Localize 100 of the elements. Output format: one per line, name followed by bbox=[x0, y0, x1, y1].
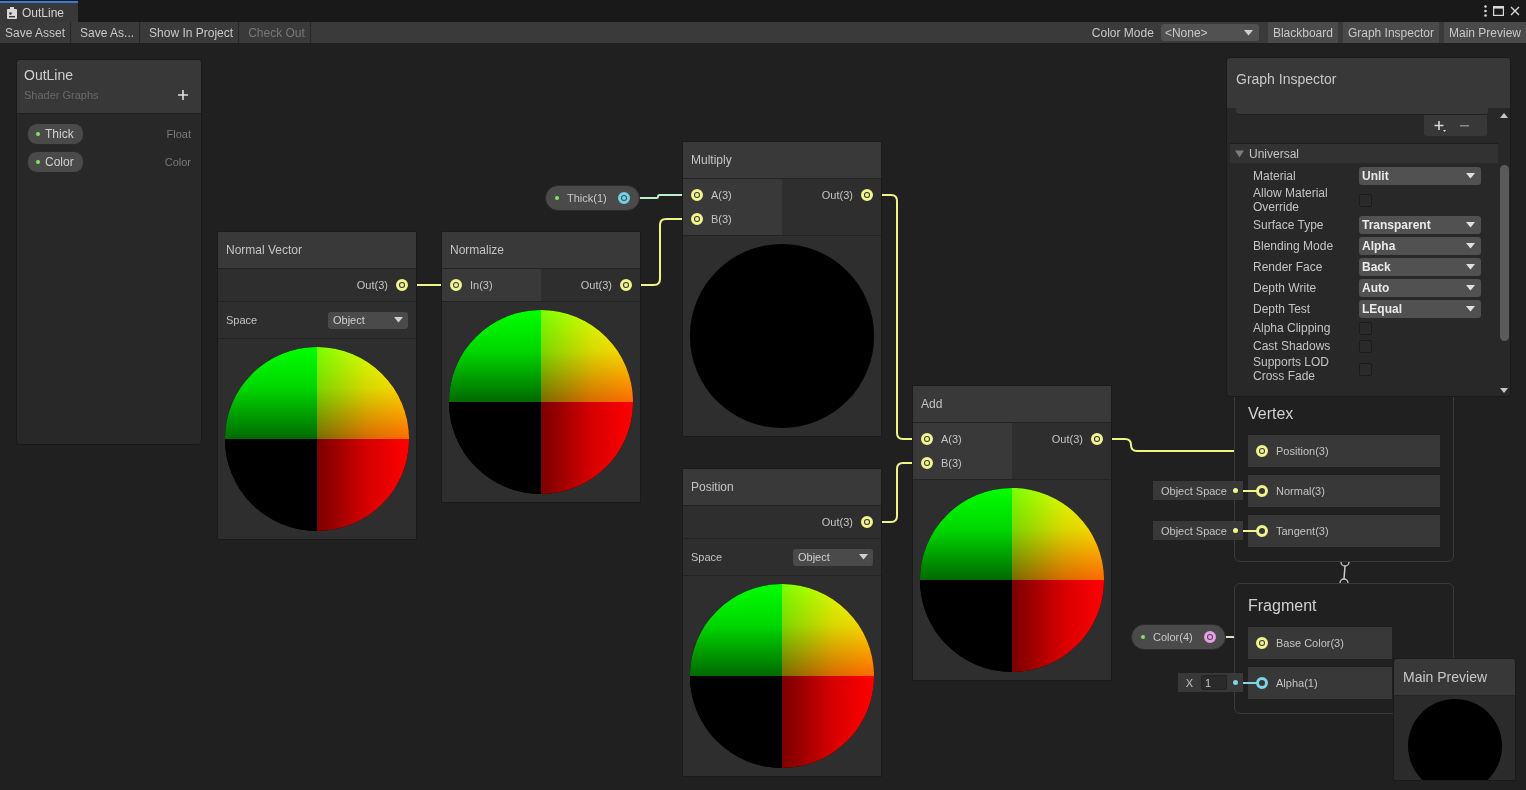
panel-title: Main Preview bbox=[1394, 659, 1515, 696]
axis-label: X bbox=[1185, 676, 1193, 689]
remove-icon[interactable] bbox=[1460, 124, 1469, 127]
setting-dropdown[interactable]: Back bbox=[1359, 257, 1481, 276]
wire bbox=[1243, 530, 1257, 532]
color-mode-label: Color Mode bbox=[1091, 25, 1154, 40]
setting-dropdown[interactable]: LEqual bbox=[1359, 299, 1481, 318]
close-icon[interactable] bbox=[1510, 6, 1520, 16]
scroll-up-icon[interactable] bbox=[1500, 113, 1508, 118]
port-icon[interactable] bbox=[1091, 433, 1103, 445]
blackboard-title: OutLine bbox=[24, 67, 75, 83]
context-title: Vertex bbox=[1248, 403, 1295, 424]
port-icon[interactable] bbox=[921, 433, 933, 445]
node-title: Position bbox=[683, 469, 881, 506]
setting-dropdown[interactable]: Transparent bbox=[1359, 215, 1481, 234]
space-dropdown[interactable]: Object bbox=[793, 548, 873, 566]
port-label: Out(3) bbox=[1051, 433, 1083, 445]
wire bbox=[1243, 682, 1257, 684]
property-pill[interactable]: Thick bbox=[27, 123, 84, 145]
field-label: Alpha Clipping bbox=[1253, 321, 1332, 335]
field-label: Blending Mode bbox=[1253, 238, 1335, 253]
shader-file-icon bbox=[7, 6, 17, 19]
field-label: Allow Material Override bbox=[1253, 186, 1329, 214]
number-field[interactable]: 1 bbox=[1201, 675, 1227, 690]
caret-icon bbox=[1243, 29, 1253, 36]
caret-icon bbox=[394, 317, 403, 323]
panel-toggle[interactable]: Blackboard bbox=[1267, 22, 1338, 43]
port-label: Out(3) bbox=[821, 189, 853, 201]
property-node[interactable]: Thick(1) bbox=[545, 185, 640, 211]
block-slot[interactable]: Base Color(3) bbox=[1248, 627, 1392, 659]
node-title: Normalize bbox=[442, 232, 640, 269]
panel-toggle[interactable]: Graph Inspector bbox=[1342, 22, 1439, 43]
panel-title: Graph Inspector bbox=[1227, 58, 1510, 108]
port-label: Out(3) bbox=[821, 516, 853, 528]
space-label: Object Space bbox=[1160, 484, 1227, 497]
port-label: In(3) bbox=[470, 279, 493, 291]
setting-dropdown[interactable]: Auto bbox=[1359, 278, 1481, 297]
property-node[interactable]: Color(4) bbox=[1131, 624, 1226, 650]
port-icon[interactable] bbox=[691, 213, 703, 225]
caret-icon bbox=[1466, 284, 1475, 291]
scroll-down-icon[interactable] bbox=[1500, 388, 1508, 393]
window-tab[interactable]: OutLine bbox=[0, 1, 79, 22]
setting-dropdown[interactable]: Unlit bbox=[1359, 166, 1481, 185]
add-icon[interactable] bbox=[178, 90, 188, 100]
field-label: Depth Write bbox=[1253, 280, 1318, 295]
node-title: Multiply bbox=[683, 142, 881, 179]
node-title: Add bbox=[913, 386, 1111, 423]
context-title: Fragment bbox=[1248, 595, 1318, 616]
space-label: Object Space bbox=[1160, 524, 1227, 537]
block-slot[interactable]: Normal(3) bbox=[1248, 475, 1440, 507]
control-label: Space bbox=[691, 551, 723, 563]
section-header[interactable]: Universal bbox=[1230, 143, 1498, 163]
port-label: Out(3) bbox=[356, 279, 388, 291]
field-label: Cast Shadows bbox=[1253, 339, 1332, 353]
caret-icon bbox=[1466, 172, 1475, 179]
port-label: B(3) bbox=[941, 457, 962, 469]
port-icon[interactable] bbox=[620, 279, 632, 291]
color-mode-dropdown[interactable]: <None> bbox=[1160, 24, 1259, 41]
port-icon[interactable] bbox=[1256, 485, 1268, 497]
field-label: Supports LOD Cross Fade bbox=[1253, 355, 1331, 383]
panel-toggle[interactable]: Main Preview bbox=[1443, 22, 1526, 43]
expand-arrow-icon[interactable] bbox=[1235, 149, 1244, 158]
port-icon[interactable] bbox=[1256, 677, 1268, 689]
port-icon[interactable] bbox=[861, 516, 873, 528]
port-icon[interactable] bbox=[1256, 637, 1268, 649]
control-label: Space bbox=[226, 314, 258, 326]
port-label: Out(3) bbox=[580, 279, 612, 291]
field-label: Depth Test bbox=[1253, 301, 1312, 316]
port-icon[interactable] bbox=[1256, 445, 1268, 457]
caret-icon bbox=[1466, 242, 1475, 249]
port-icon[interactable] bbox=[1256, 525, 1268, 537]
space-dropdown[interactable]: Object bbox=[328, 311, 408, 329]
port-icon[interactable] bbox=[861, 189, 873, 201]
port-icon[interactable] bbox=[618, 192, 630, 204]
property-pill[interactable]: Color bbox=[27, 151, 84, 173]
caret-icon bbox=[859, 554, 868, 560]
property-type: Float bbox=[166, 128, 191, 140]
scrollbar-thumb[interactable] bbox=[1499, 165, 1509, 341]
block-slot[interactable]: Tangent(3) bbox=[1248, 515, 1440, 547]
block-slot[interactable]: Alpha(1) bbox=[1248, 667, 1392, 699]
caret-icon bbox=[1466, 305, 1475, 312]
property-type: Color bbox=[164, 156, 191, 168]
wire bbox=[1243, 490, 1257, 492]
add-icon[interactable] bbox=[1434, 119, 1446, 132]
field-label: Surface Type bbox=[1253, 217, 1325, 232]
port-icon[interactable] bbox=[691, 189, 703, 201]
port-icon[interactable] bbox=[396, 279, 408, 291]
setting-dropdown[interactable]: Alpha bbox=[1359, 236, 1481, 255]
port-icon[interactable] bbox=[921, 457, 933, 469]
port-label: A(3) bbox=[711, 189, 732, 201]
port-label: B(3) bbox=[711, 213, 732, 225]
port-icon[interactable] bbox=[450, 279, 462, 291]
node-title: Normal Vector bbox=[218, 232, 416, 269]
more-icon[interactable] bbox=[1484, 5, 1487, 17]
port-label: A(3) bbox=[941, 433, 962, 445]
field-label: Material bbox=[1253, 168, 1297, 183]
block-slot[interactable]: Position(3) bbox=[1248, 435, 1440, 467]
caret-icon bbox=[1466, 263, 1475, 270]
maximize-icon[interactable] bbox=[1493, 6, 1504, 16]
caret-icon bbox=[1466, 221, 1475, 228]
